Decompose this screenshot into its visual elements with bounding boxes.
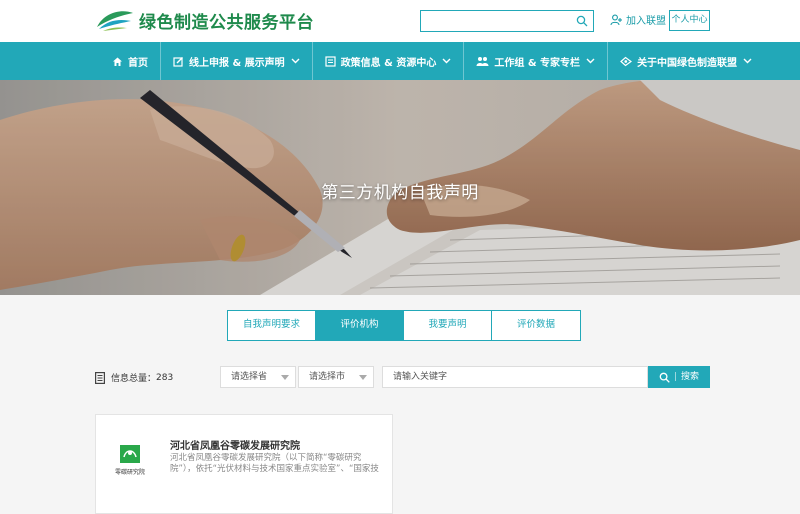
institution-description: 河北省凤凰谷零碳发展研究院（以下简称“零碳研究院”），依托“光伏材料与技术国家重… <box>170 453 379 474</box>
section-tabs: 自我声明要求 评价机构 我要声明 评价数据 <box>227 310 581 341</box>
chevron-down-icon <box>359 375 367 380</box>
site-title: 绿色制造公共服务平台 <box>139 12 314 33</box>
site-logo[interactable]: 绿色制造公共服务平台 <box>95 7 314 33</box>
chevron-down-icon <box>291 58 300 64</box>
tab-self-declaration-requirements[interactable]: 自我声明要求 <box>228 311 316 340</box>
nav-item-label: 线上申报 & 展示声明 <box>189 57 285 69</box>
link-icon <box>620 56 633 66</box>
institution-logo-label: 零碳研究院 <box>114 469 145 476</box>
city-select-placeholder: 请选择市 <box>309 372 346 382</box>
nav-item-online-declaration[interactable]: 线上申报 & 展示声明 <box>161 42 313 80</box>
info-count: 信息总量： 283 <box>95 371 173 384</box>
nav-item-working-groups[interactable]: 工作组 & 专家专栏 <box>464 42 609 80</box>
top-header: 绿色制造公共服务平台 加入联盟 个人中心 <box>0 0 800 42</box>
separator: | <box>673 372 678 382</box>
header-search-input[interactable] <box>420 10 594 32</box>
home-icon <box>113 57 122 66</box>
search-icon[interactable] <box>576 15 588 27</box>
chevron-down-icon <box>281 375 289 380</box>
search-icon <box>659 372 670 383</box>
chevron-down-icon <box>586 58 595 64</box>
city-select[interactable]: 请选择市 <box>298 366 374 388</box>
group-icon <box>476 56 489 66</box>
edit-icon <box>173 56 183 67</box>
nav-item-label: 关于中国绿色制造联盟 <box>637 57 738 69</box>
nav-item-label: 首页 <box>128 57 148 69</box>
institution-title[interactable]: 河北省凤凰谷零碳发展研究院 <box>170 437 300 452</box>
info-count-value: 283 <box>156 372 174 383</box>
join-alliance-link[interactable]: 加入联盟 <box>610 12 666 27</box>
search-button[interactable]: | 搜索 <box>648 366 710 388</box>
hero-banner: 第三方机构自我声明 <box>0 80 800 295</box>
personal-center-button[interactable]: 个人中心 <box>669 10 710 31</box>
nav-item-label: 政策信息 & 资源中心 <box>340 57 437 69</box>
province-select[interactable]: 请选择省 <box>220 366 296 388</box>
nav-item-home[interactable]: 首页 <box>100 42 161 80</box>
chevron-down-icon <box>442 58 451 64</box>
document-icon <box>325 55 336 67</box>
leaf-logo-icon <box>97 11 133 31</box>
nav-item-policy-resources[interactable]: 政策信息 & 资源中心 <box>313 42 465 80</box>
search-button-label: 搜索 <box>681 372 700 382</box>
main-nav: 首页 线上申报 & 展示声明 政策信息 & 资源中心 工作组 & 专家专栏 关于… <box>0 42 800 80</box>
info-count-label: 信息总量： <box>111 374 157 384</box>
nav-item-about-alliance[interactable]: 关于中国绿色制造联盟 <box>608 42 764 80</box>
document-list-icon <box>95 371 105 384</box>
tab-evaluation-data[interactable]: 评价数据 <box>492 311 580 340</box>
province-select-placeholder: 请选择省 <box>231 372 268 382</box>
institution-logo-icon <box>120 445 140 463</box>
tab-my-declaration[interactable]: 我要声明 <box>404 311 492 340</box>
keyword-input[interactable]: 请输入关键字 <box>382 366 648 388</box>
join-alliance-label: 加入联盟 <box>626 16 666 27</box>
banner-title: 第三方机构自我声明 <box>321 183 479 203</box>
institution-logo: 零碳研究院 <box>110 445 150 489</box>
user-add-icon <box>610 14 622 25</box>
tab-evaluation-institutions[interactable]: 评价机构 <box>316 311 404 340</box>
institution-card[interactable]: 零碳研究院 河北省凤凰谷零碳发展研究院 河北省凤凰谷零碳发展研究院（以下简称“零… <box>95 414 393 514</box>
nav-item-label: 工作组 & 专家专栏 <box>494 57 581 69</box>
chevron-down-icon <box>743 58 752 64</box>
